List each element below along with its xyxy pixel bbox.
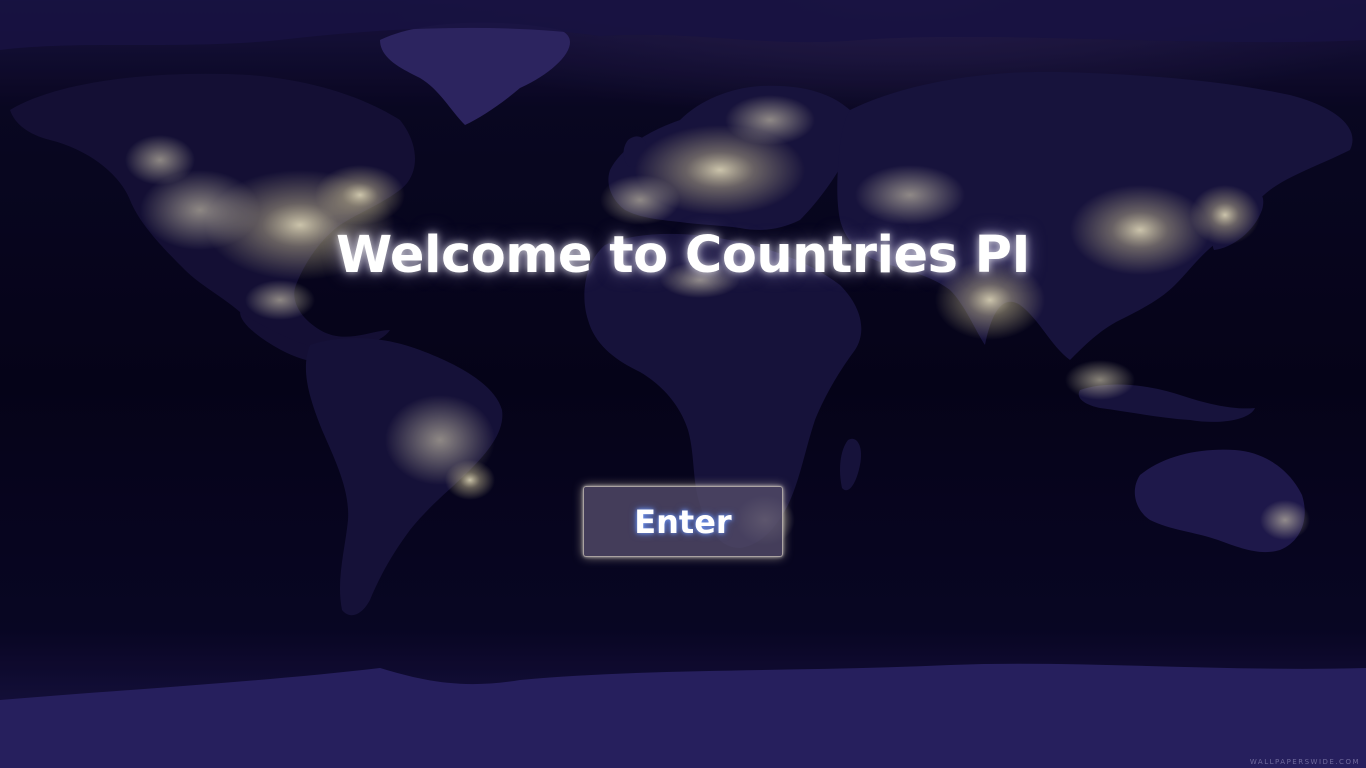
- world-map-background: [0, 0, 1366, 768]
- landing-page: Welcome to Countries PI Enter WALLPAPERS…: [0, 0, 1366, 768]
- wallpaper-watermark: WALLPAPERSWIDE.COM: [1249, 758, 1360, 766]
- page-title: Welcome to Countries PI: [335, 226, 1031, 285]
- enter-button[interactable]: Enter: [583, 486, 783, 557]
